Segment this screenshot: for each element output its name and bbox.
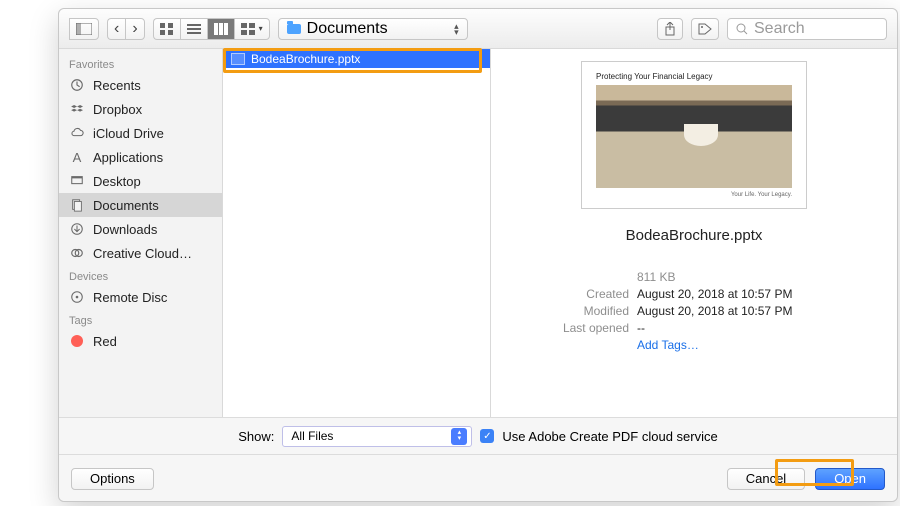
cc-icon (69, 246, 85, 260)
file-column: BodeaBrochure.pptx (223, 49, 491, 417)
sidebar-item-dropbox[interactable]: Dropbox (59, 97, 222, 121)
cloud-checkbox[interactable]: ✓ (480, 429, 494, 443)
sidebar-item-label: Red (93, 334, 117, 349)
sidebar-item-label: Downloads (93, 222, 157, 237)
sidebar-section-header: Devices (59, 265, 222, 285)
open-file-dialog: ‹ › ▾ Documents ▴▾ (58, 8, 898, 502)
sidebar-item-label: Dropbox (93, 102, 142, 117)
sidebar-item-label: Recents (93, 78, 141, 93)
share-icon (664, 22, 676, 36)
search-icon (736, 23, 748, 35)
forward-button[interactable]: › (125, 18, 144, 40)
file-name: BodeaBrochure.pptx (251, 52, 360, 66)
sidebar-item-applications[interactable]: A Applications (59, 145, 222, 169)
thumb-title: Protecting Your Financial Legacy (596, 72, 792, 81)
tag-icon (698, 23, 712, 35)
dialog-footer: Options Cancel Open (59, 455, 897, 501)
meta-row: Last opened -- (551, 321, 867, 335)
sidebar-section-header: Tags (59, 309, 222, 329)
columns-icon (214, 23, 228, 35)
dropbox-icon (69, 102, 85, 116)
meta-value: August 20, 2018 at 10:57 PM (637, 287, 792, 301)
format-row: Show: All Files ▴▾ ✓ Use Adobe Create PD… (59, 418, 897, 454)
gallery-view-button[interactable]: ▾ (234, 18, 270, 40)
sidebar-item-label: iCloud Drive (93, 126, 164, 141)
sidebar-item-documents[interactable]: Documents (59, 193, 222, 217)
icon-view-button[interactable] (153, 18, 180, 40)
preview-size: 811 KB (637, 270, 675, 284)
nav-group: ‹ › (107, 18, 145, 40)
clock-icon (69, 78, 85, 92)
toolbar: ‹ › ▾ Documents ▴▾ (59, 9, 897, 49)
dialog-body: Favorites Recents Dropbox iCloud Drive A Appl… (59, 49, 897, 417)
sidebar-item-remote-disc[interactable]: Remote Disc (59, 285, 222, 309)
presentation-file-icon (231, 53, 245, 65)
preview-filename: BodeaBrochure.pptx (626, 227, 763, 244)
column-view-button[interactable] (207, 18, 234, 40)
options-button[interactable]: Options (71, 468, 154, 490)
sidebar-item-label: Creative Cloud… (93, 246, 192, 261)
back-button[interactable]: ‹ (107, 18, 125, 40)
cloud-label: Use Adobe Create PDF cloud service (502, 429, 717, 444)
file-row[interactable]: BodeaBrochure.pptx (223, 49, 490, 68)
chevron-right-icon: › (132, 20, 137, 38)
sidebar-item-red[interactable]: Red (59, 329, 222, 353)
tag-red-icon (69, 334, 85, 348)
disc-icon (69, 290, 85, 304)
sidebar-item-label: Desktop (93, 174, 141, 189)
thumb-image (596, 85, 792, 188)
gallery-icon (241, 23, 257, 35)
desktop-icon (69, 174, 85, 188)
share-button[interactable] (657, 18, 683, 40)
meta-label: Modified (551, 304, 629, 318)
meta-label: Created (551, 287, 629, 301)
list-view-button[interactable] (180, 18, 207, 40)
icloud-icon (69, 126, 85, 140)
tags-button[interactable] (691, 18, 719, 40)
search-placeholder: Search (754, 20, 805, 38)
path-popup[interactable]: Documents ▴▾ (278, 18, 468, 40)
format-select[interactable]: All Files ▴▾ (282, 426, 472, 447)
sidebar-item-label: Documents (93, 198, 159, 213)
sidebar-item-recents[interactable]: Recents (59, 73, 222, 97)
meta-value: August 20, 2018 at 10:57 PM (637, 304, 792, 318)
format-value: All Files (291, 429, 333, 443)
meta-row: Created August 20, 2018 at 10:57 PM (551, 287, 867, 301)
preview-metadata: 811 KB Created August 20, 2018 at 10:57 P… (491, 270, 897, 355)
current-folder-label: Documents (307, 20, 388, 38)
open-button[interactable]: Open (815, 468, 885, 490)
sidebar-icon (76, 23, 92, 35)
sidebar-item-icloud-drive[interactable]: iCloud Drive (59, 121, 222, 145)
preview-thumbnail: Protecting Your Financial Legacy Your Li… (581, 61, 807, 209)
meta-label: Last opened (551, 321, 629, 335)
list-icon (187, 23, 201, 35)
sidebar-toggle-group (69, 18, 99, 40)
view-mode-group: ▾ (153, 18, 270, 40)
show-label: Show: (238, 429, 274, 444)
add-tags-link[interactable]: Add Tags… (637, 338, 699, 352)
chevron-left-icon: ‹ (114, 20, 119, 38)
folder-icon (287, 24, 301, 34)
sidebar-section-header: Favorites (59, 53, 222, 73)
downloads-icon (69, 222, 85, 236)
cancel-button[interactable]: Cancel (727, 468, 805, 490)
sidebar: Favorites Recents Dropbox iCloud Drive A Appl… (59, 49, 223, 417)
thumb-footer: Your Life. Your Legacy. (596, 192, 792, 198)
updown-icon: ▴▾ (454, 23, 459, 35)
meta-row: Modified August 20, 2018 at 10:57 PM (551, 304, 867, 318)
updown-icon: ▴▾ (451, 428, 467, 445)
sidebar-item-label: Applications (93, 150, 163, 165)
sidebar-item-label: Remote Disc (93, 290, 167, 305)
sidebar-item-desktop[interactable]: Desktop (59, 169, 222, 193)
grid-icon (160, 23, 174, 35)
sidebar-item-creative-cloud-[interactable]: Creative Cloud… (59, 241, 222, 265)
chevron-down-icon: ▾ (259, 24, 263, 33)
search-field[interactable]: Search (727, 18, 887, 40)
preview-pane: Protecting Your Financial Legacy Your Li… (491, 49, 897, 417)
toggle-sidebar-button[interactable] (69, 18, 99, 40)
apps-icon: A (69, 150, 85, 164)
documents-icon (69, 198, 85, 212)
sidebar-item-downloads[interactable]: Downloads (59, 217, 222, 241)
meta-value: -- (637, 321, 645, 335)
